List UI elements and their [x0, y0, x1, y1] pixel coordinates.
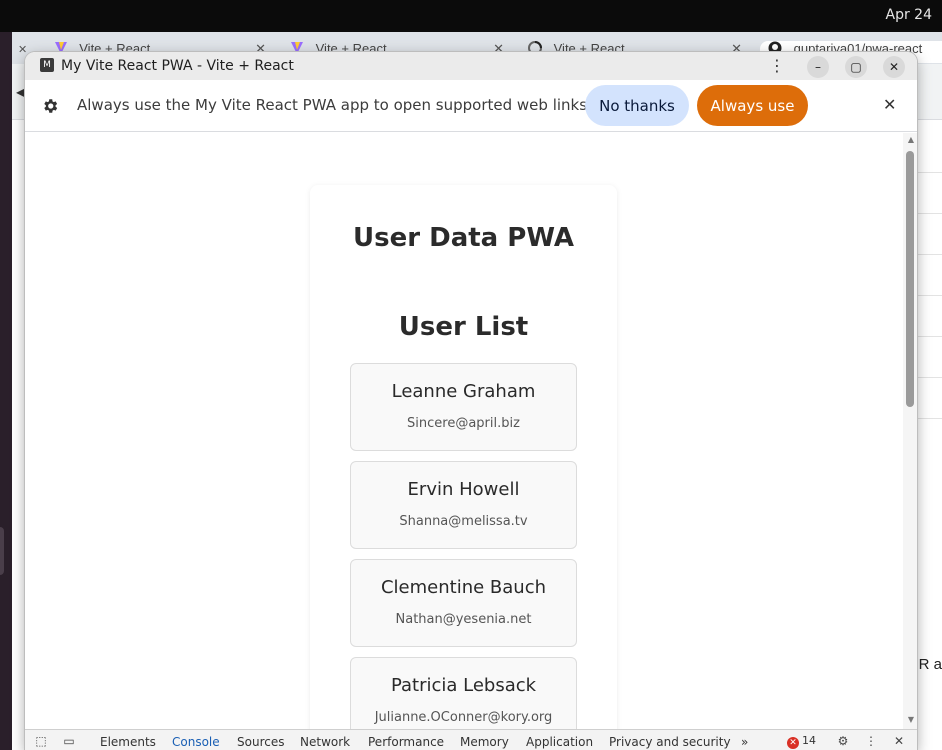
settings-gear-icon[interactable]: ⚙ [835, 733, 851, 749]
system-clock[interactable]: Apr 24 [886, 7, 932, 23]
devtools-tab-sources[interactable]: Sources [237, 735, 284, 749]
page-title: User Data PWA [353, 223, 574, 253]
pwa-window: M My Vite React PWA - Vite + React ⋮ – ▢… [25, 52, 917, 750]
devtools-tab-performance[interactable]: Performance [368, 735, 444, 749]
device-toolbar-icon[interactable]: ▭ [61, 733, 77, 749]
user-name: Clementine Bauch [380, 577, 546, 598]
page-content: User Data PWA User List Leanne Graham Si… [25, 133, 917, 729]
background-page-rows [914, 132, 942, 419]
window-title: My Vite React PWA - Vite + React [61, 58, 294, 74]
user-name: Ervin Howell [407, 479, 520, 500]
user-list-item[interactable]: Patricia Lebsack Julianne.OConner@kory.o… [350, 657, 577, 729]
app-icon: M [40, 58, 54, 72]
infobar-message: Always use the My Vite React PWA app to … [77, 96, 595, 114]
user-email: Sincere@april.biz [407, 416, 520, 431]
close-infobar-icon[interactable]: ✕ [883, 95, 896, 114]
window-title-bar[interactable]: M My Vite React PWA - Vite + React ⋮ – ▢… [25, 52, 917, 80]
inspect-element-icon[interactable]: ⬚ [33, 733, 49, 749]
desktop-dock-edge [0, 32, 12, 750]
more-options-icon[interactable]: ⋮ [769, 56, 785, 76]
maximize-button[interactable]: ▢ [845, 56, 867, 78]
devtools-tab-elements[interactable]: Elements [100, 735, 156, 749]
user-list-item[interactable]: Clementine Bauch Nathan@yesenia.net [350, 559, 577, 647]
app-card: User Data PWA User List Leanne Graham Si… [310, 185, 617, 729]
user-email: Julianne.OConner@kory.org [374, 710, 553, 725]
devtools-more-tabs-icon[interactable]: » [741, 735, 748, 749]
user-list-item[interactable]: Leanne Graham Sincere@april.biz [350, 363, 577, 451]
no-thanks-button[interactable]: No thanks [585, 85, 689, 126]
gear-icon [44, 99, 58, 113]
user-email: Nathan@yesenia.net [395, 612, 532, 627]
scroll-up-icon[interactable]: ▲ [908, 135, 914, 144]
error-count-badge[interactable]: ✕ 14 [787, 734, 816, 749]
devtools-menu-icon[interactable]: ⋮ [863, 733, 879, 749]
devtools-tab-application[interactable]: Application [526, 735, 593, 749]
open-links-infobar: Always use the My Vite React PWA app to … [25, 80, 917, 132]
scrollbar-thumb[interactable] [906, 151, 914, 407]
devtools-tab-console[interactable]: Console [172, 735, 220, 749]
close-devtools-icon[interactable]: ✕ [891, 733, 907, 749]
close-window-button[interactable]: ✕ [883, 56, 905, 78]
system-top-bar: Apr 24 [0, 0, 942, 32]
vertical-scrollbar[interactable]: ▲ ▼ [903, 133, 917, 729]
devtools-tab-privacy[interactable]: Privacy and security [609, 735, 731, 749]
error-count: 14 [802, 734, 816, 747]
always-use-button[interactable]: Always use [697, 85, 808, 126]
user-list-item[interactable]: Ervin Howell Shanna@melissa.tv [350, 461, 577, 549]
section-title: User List [398, 312, 529, 342]
user-email: Shanna@melissa.tv [399, 514, 528, 529]
error-icon: ✕ [787, 737, 799, 749]
devtools-tab-memory[interactable]: Memory [460, 735, 509, 749]
devtools-tab-bar: ⬚ ▭ Elements Console Sources Network Per… [25, 729, 917, 750]
dock-item[interactable] [0, 527, 4, 575]
minimize-button[interactable]: – [807, 56, 829, 78]
user-name: Patricia Lebsack [390, 675, 537, 696]
user-name: Leanne Graham [391, 381, 536, 402]
scroll-down-icon[interactable]: ▼ [908, 715, 914, 724]
devtools-tab-network[interactable]: Network [300, 735, 350, 749]
